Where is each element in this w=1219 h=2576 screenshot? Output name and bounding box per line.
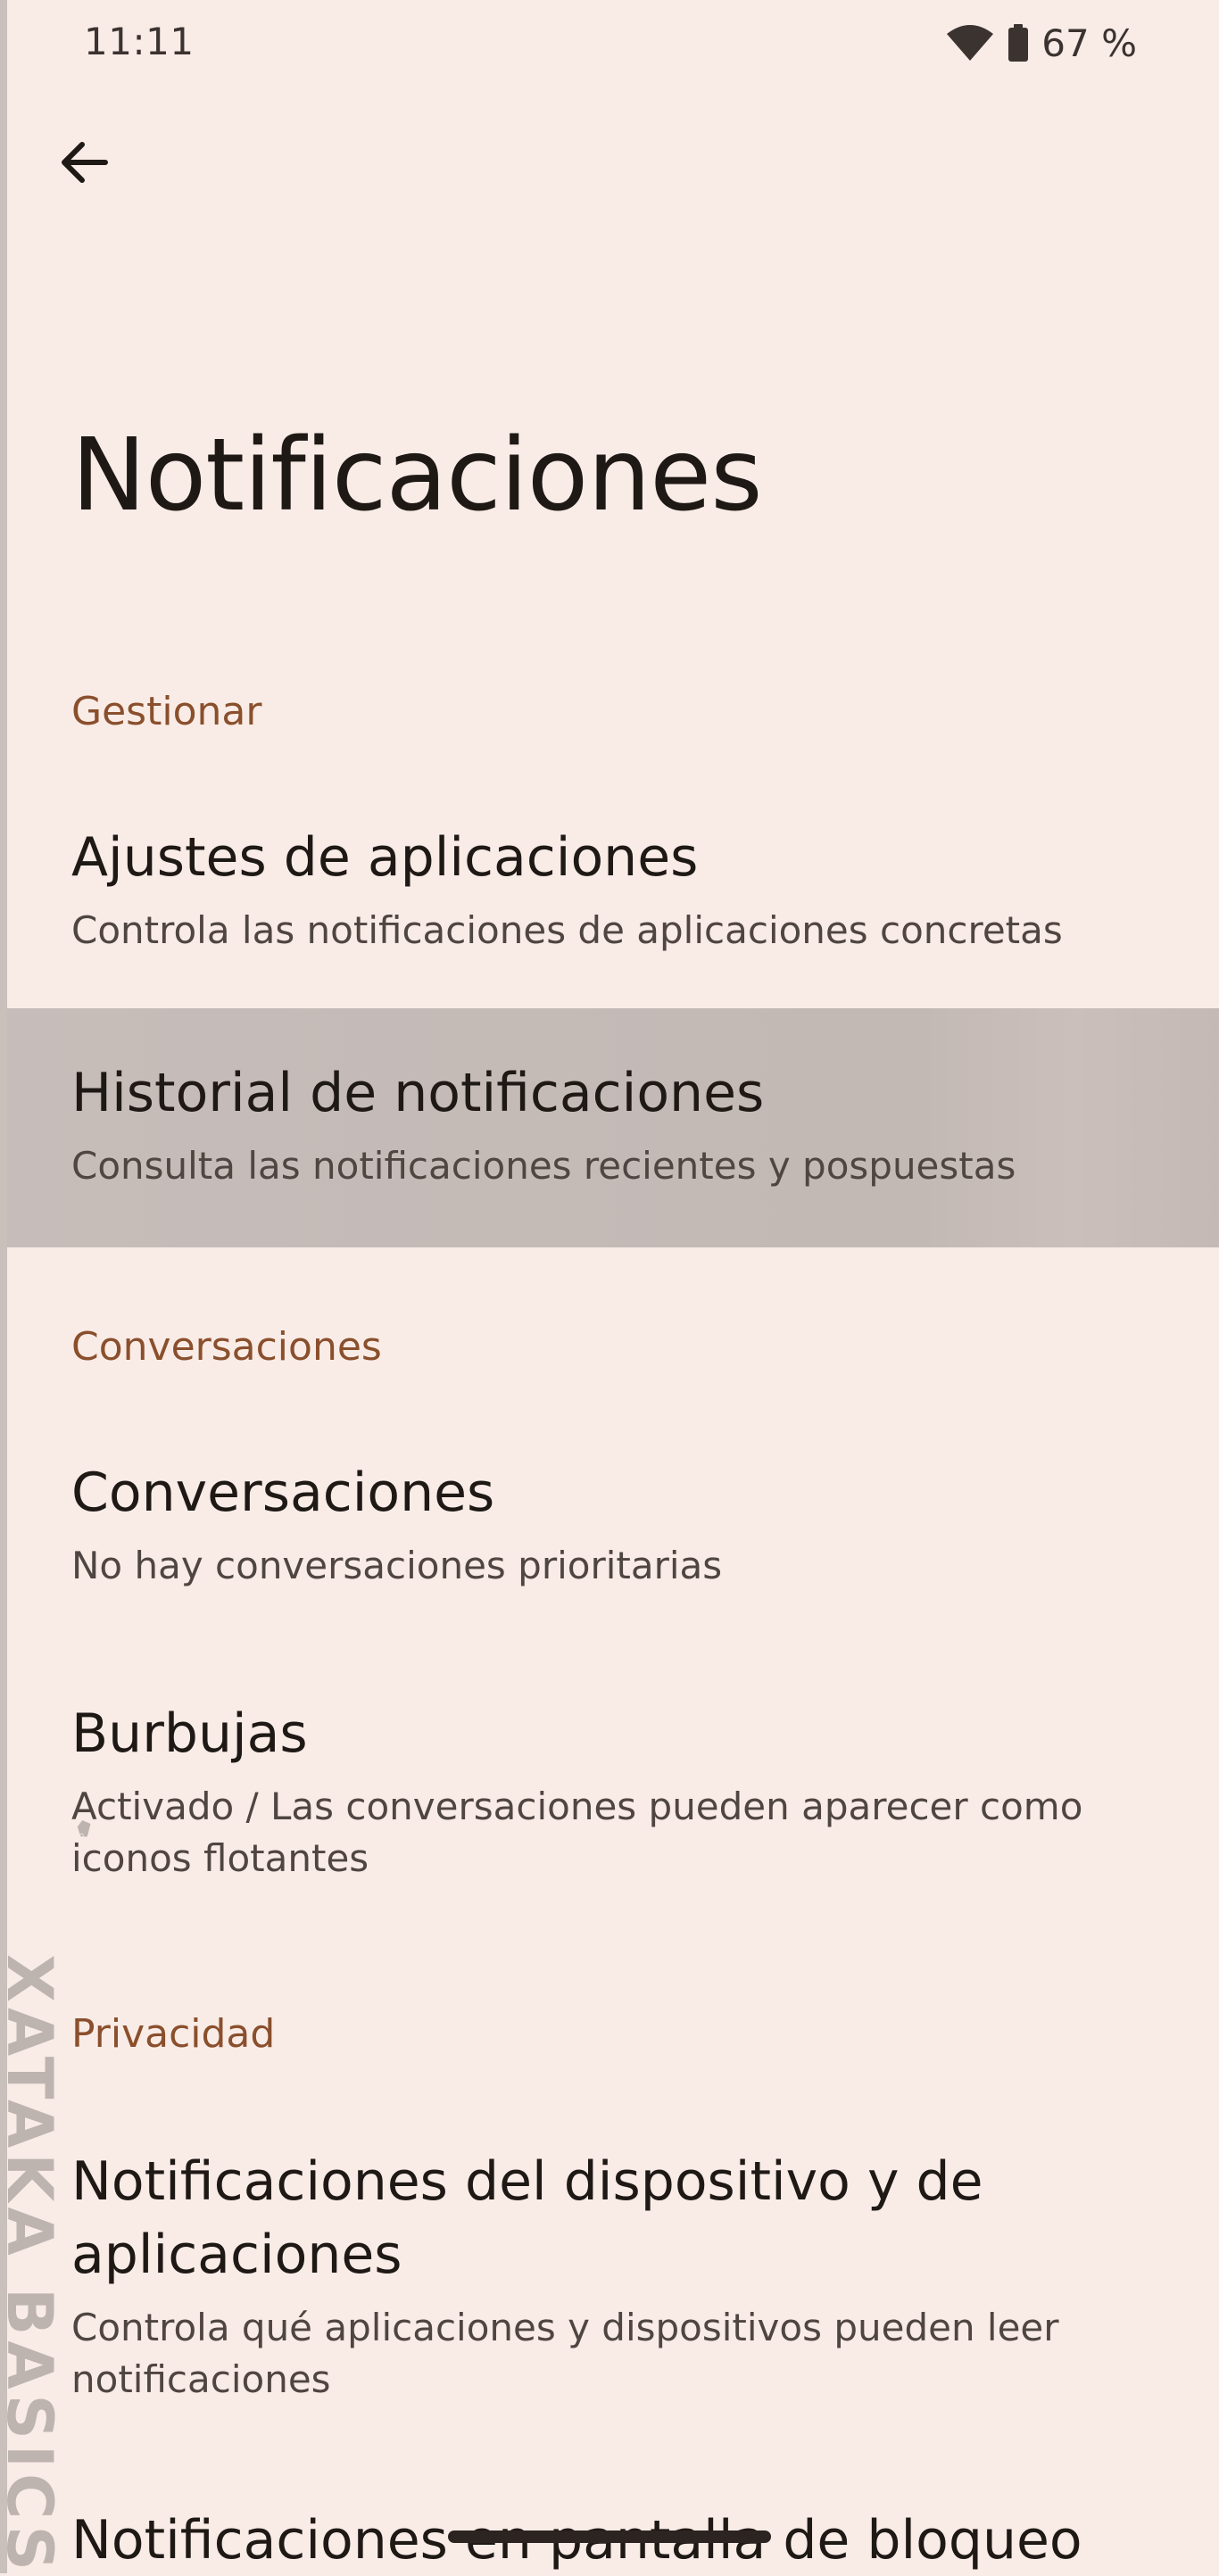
item-subtitle: Consulta las notificaciones recientes y … <box>71 1144 1016 1188</box>
settings-item-device-app-notifications[interactable]: Notificaciones del dispositivo y de apli… <box>7 2127 1219 2413</box>
settings-item-app-settings[interactable]: Ajustes de aplicaciones Controla las not… <box>7 805 1219 1001</box>
status-icons: 67 % <box>945 18 1137 68</box>
battery-icon <box>1008 24 1029 62</box>
status-time: 11:11 <box>84 20 195 63</box>
gesture-nav-handle[interactable] <box>448 2530 771 2543</box>
item-subtitle: No hay conversaciones prioritarias <box>71 1544 723 1587</box>
section-header-privacidad: Privacidad <box>71 2011 276 2057</box>
settings-item-conversations[interactable]: Conversaciones No hay conversaciones pri… <box>7 1437 1219 1633</box>
section-header-gestionar: Gestionar <box>71 689 262 734</box>
watermark-text: XATAKA BASICS <box>0 1954 66 2576</box>
watermark-logo <box>77 1820 91 1838</box>
item-subtitle: Controla qué aplicaciones y dispositivos… <box>71 2306 1059 2401</box>
back-button[interactable] <box>46 125 121 200</box>
status-bar: 11:11 67 % <box>0 0 1219 89</box>
battery-percent: 67 % <box>1041 21 1137 65</box>
item-title: Ajustes de aplicaciones <box>71 826 699 889</box>
arrow-left-icon <box>62 142 108 183</box>
item-subtitle: Activado / Las conversaciones pueden apa… <box>71 1785 1083 1880</box>
item-title: Historial de notificaciones <box>71 1062 765 1124</box>
item-subtitle: Controla las notificaciones de aplicacio… <box>71 908 1063 952</box>
section-header-conversaciones: Conversaciones <box>71 1324 382 1370</box>
wifi-icon <box>947 25 994 61</box>
page-title: Notificaciones <box>71 418 763 534</box>
item-title: Conversaciones <box>71 1462 495 1524</box>
settings-item-notification-history[interactable]: Historial de notificaciones Consulta las… <box>7 1008 1219 1247</box>
settings-item-bubbles[interactable]: Burbujas Activado / Las conversaciones p… <box>7 1677 1219 1909</box>
item-title: Burbujas <box>71 1702 308 1765</box>
item-title: Notificaciones del dispositivo y de apli… <box>71 2150 983 2286</box>
